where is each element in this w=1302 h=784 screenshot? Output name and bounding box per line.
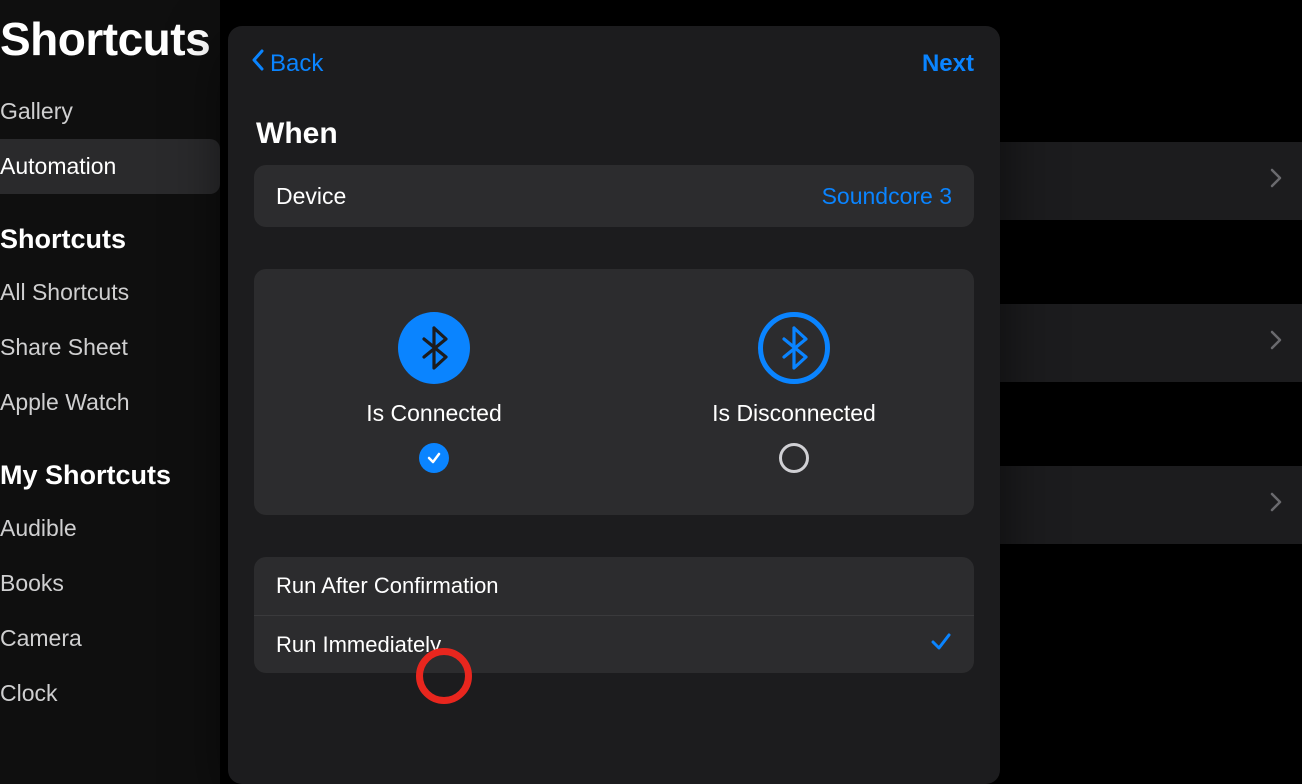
sidebar-item-audible[interactable]: Audible [0, 501, 220, 556]
run-immediately-row[interactable]: Run Immediately [254, 615, 974, 673]
sidebar-item-camera[interactable]: Camera [0, 611, 220, 666]
sidebar-item-clock[interactable]: Clock [0, 666, 220, 721]
radio-unselected-icon [779, 443, 809, 473]
automation-when-modal: Back Next When Device Soundcore 3 Is Con… [228, 26, 1000, 784]
option-disconnected-label: Is Disconnected [712, 400, 876, 427]
option-is-connected[interactable]: Is Connected [254, 269, 614, 515]
sidebar-section-shortcuts: Shortcuts [0, 194, 220, 265]
sidebar-item-apple-watch[interactable]: Apple Watch [0, 375, 220, 430]
run-after-confirmation-label: Run After Confirmation [276, 573, 499, 599]
when-title: When [228, 99, 1000, 165]
run-immediately-label: Run Immediately [276, 632, 441, 658]
connection-options: Is Connected Is Disconnected [254, 269, 974, 515]
back-button[interactable]: Back [250, 48, 323, 79]
checkmark-icon [930, 630, 952, 659]
run-after-confirmation-row[interactable]: Run After Confirmation [254, 557, 974, 615]
bluetooth-icon [758, 312, 830, 384]
sidebar: Shortcuts Gallery Automation Shortcuts A… [0, 0, 220, 784]
sidebar-item-books[interactable]: Books [0, 556, 220, 611]
device-value: Soundcore 3 [822, 183, 952, 210]
sidebar-item-gallery[interactable]: Gallery [0, 84, 220, 139]
device-label: Device [276, 183, 346, 210]
chevron-right-icon [1270, 492, 1282, 518]
radio-selected-icon [419, 443, 449, 473]
run-mode-list: Run After Confirmation Run Immediately [254, 557, 974, 673]
option-is-disconnected[interactable]: Is Disconnected [614, 269, 974, 515]
bluetooth-icon [398, 312, 470, 384]
chevron-left-icon [250, 48, 266, 79]
sidebar-section-my-shortcuts: My Shortcuts [0, 430, 220, 501]
modal-header: Back Next [228, 26, 1000, 99]
sidebar-item-automation[interactable]: Automation [0, 139, 220, 194]
chevron-right-icon [1270, 330, 1282, 356]
sidebar-item-share-sheet[interactable]: Share Sheet [0, 320, 220, 375]
next-button[interactable]: Next [922, 50, 974, 78]
chevron-right-icon [1270, 168, 1282, 194]
back-label: Back [270, 50, 323, 78]
device-row[interactable]: Device Soundcore 3 [254, 165, 974, 227]
sidebar-item-all-shortcuts[interactable]: All Shortcuts [0, 265, 220, 320]
option-connected-label: Is Connected [366, 400, 502, 427]
sidebar-title: Shortcuts [0, 4, 220, 84]
